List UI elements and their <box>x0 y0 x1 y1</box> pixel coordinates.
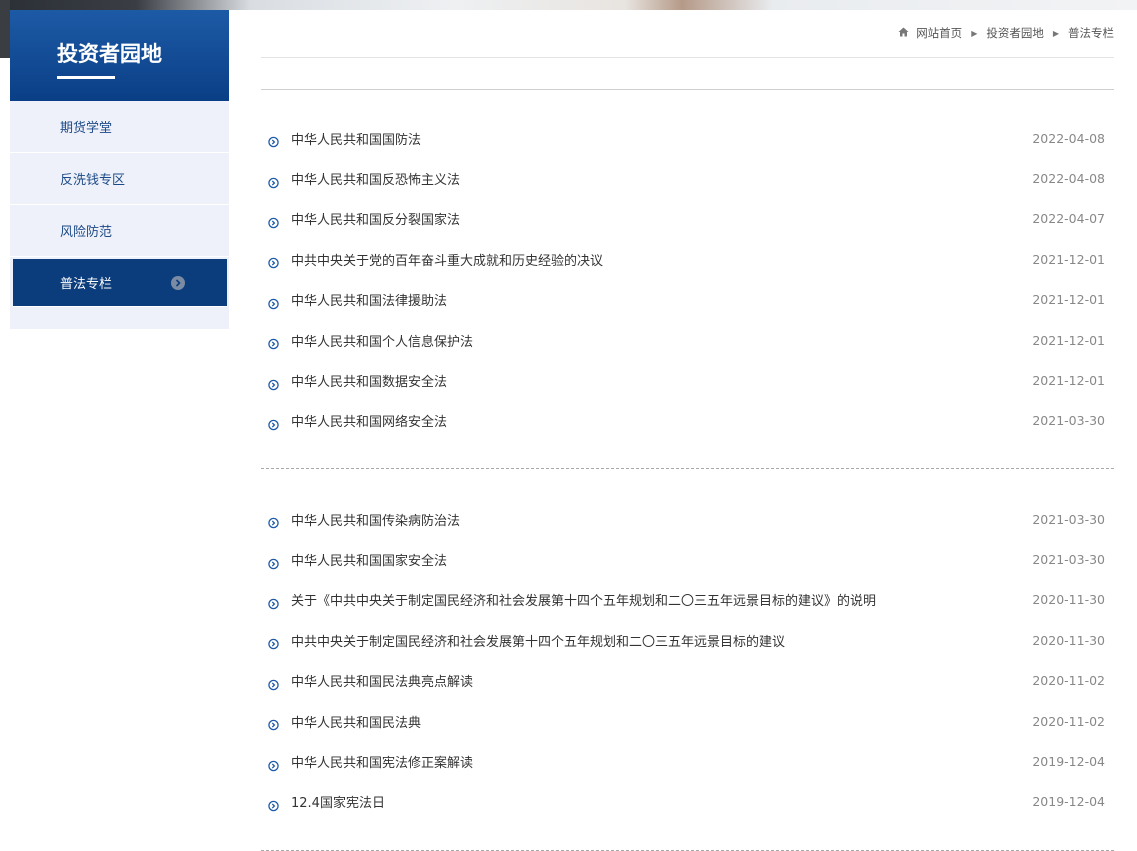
article-date: 2021-03-30 <box>1032 552 1105 568</box>
circle-chevron-icon <box>268 554 279 569</box>
header-banner-edge <box>0 0 10 58</box>
list-item[interactable]: 中华人民共和国民法典亮点解读 2020-11-02 <box>261 661 1114 701</box>
caret-right-icon: ▶ <box>971 28 978 38</box>
article-title-link[interactable]: 中华人民共和国国家安全法 <box>291 550 447 569</box>
sidebar-menu: 期货学堂 反洗钱专区 风险防范 普法专栏 <box>10 101 229 329</box>
list-item[interactable]: 中华人民共和国个人信息保护法 2021-12-01 <box>261 320 1114 360</box>
sidebar-item-label: 期货学堂 <box>60 121 113 136</box>
article-title-link[interactable]: 中华人民共和国民法典亮点解读 <box>291 671 473 690</box>
list-item[interactable]: 12.4国家宪法日 2019-12-04 <box>261 782 1114 822</box>
circle-chevron-icon <box>268 514 279 529</box>
article-title-link[interactable]: 12.4国家宪法日 <box>291 792 385 811</box>
circle-chevron-icon <box>268 254 279 269</box>
article-date: 2020-11-02 <box>1032 713 1105 729</box>
article-date: 2021-12-01 <box>1032 292 1105 308</box>
content-top-divider <box>261 89 1114 90</box>
list-item[interactable]: 中华人民共和国民法典 2020-11-02 <box>261 701 1114 741</box>
list-item[interactable]: 中共中央关于制定国民经济和社会发展第十四个五年规划和二〇三五年远景目标的建议 20… <box>261 620 1114 660</box>
circle-chevron-icon <box>268 635 279 650</box>
list-item[interactable]: 中共中央关于党的百年奋斗重大成就和历史经验的决议 2021-12-01 <box>261 239 1114 279</box>
article-title-link[interactable]: 中华人民共和国国防法 <box>291 129 421 148</box>
circle-chevron-icon <box>268 675 279 690</box>
list-item[interactable]: 中华人民共和国反恐怖主义法 2022-04-08 <box>261 158 1114 198</box>
sidebar-title-underline <box>57 76 115 79</box>
article-title-link[interactable]: 中华人民共和国反分裂国家法 <box>291 209 460 228</box>
circle-chevron-icon <box>268 415 279 431</box>
circle-chevron-icon <box>268 213 279 229</box>
breadcrumb-investor-link[interactable]: 投资者园地 <box>986 25 1044 41</box>
sidebar-item-futures-school[interactable]: 期货学堂 <box>10 101 229 153</box>
article-title-link[interactable]: 中华人民共和国个人信息保护法 <box>291 331 473 350</box>
article-date: 2020-11-02 <box>1032 673 1105 689</box>
list-item[interactable]: 中华人民共和国传染病防治法 2021-03-30 <box>261 499 1114 539</box>
breadcrumb: 网站首页 ▶ 投资者园地 ▶ 普法专栏 <box>898 25 1114 41</box>
sidebar-item-label: 风险防范 <box>60 225 113 240</box>
article-date: 2021-12-01 <box>1032 251 1105 267</box>
circle-chevron-icon <box>268 594 279 610</box>
article-date: 2021-03-30 <box>1032 413 1105 429</box>
article-date: 2022-04-07 <box>1032 211 1105 227</box>
article-date: 2022-04-08 <box>1032 171 1105 187</box>
article-title-link[interactable]: 中华人民共和国网络安全法 <box>291 411 447 430</box>
article-date: 2021-12-01 <box>1032 373 1105 389</box>
circle-chevron-icon <box>268 335 279 350</box>
circle-chevron-icon <box>268 133 279 148</box>
chevron-right-icon <box>171 275 185 290</box>
circle-chevron-icon <box>268 756 279 771</box>
article-date: 2022-04-08 <box>1032 130 1105 146</box>
sidebar-item-legal-column[interactable]: 普法专栏 <box>13 259 227 307</box>
list-item[interactable]: 中华人民共和国网络安全法 2021-03-30 <box>261 401 1114 441</box>
article-list-2: 中华人民共和国传染病防治法 2021-03-30 中华人民共和国国家安全法 2021-… <box>261 499 1114 822</box>
breadcrumb-current[interactable]: 普法专栏 <box>1068 25 1114 41</box>
sidebar: 投资者园地 期货学堂 反洗钱专区 风险防范 普法专栏 <box>10 10 229 329</box>
circle-chevron-icon <box>268 173 279 188</box>
article-date: 2019-12-04 <box>1032 794 1105 810</box>
list-item[interactable]: 关于《中共中央关于制定国民经济和社会发展第十四个五年规划和二〇三五年远景目标的建… <box>261 580 1114 620</box>
article-title-link[interactable]: 中华人民共和国宪法修正案解读 <box>291 752 473 771</box>
article-date: 2021-03-30 <box>1032 511 1105 527</box>
article-date: 2021-12-01 <box>1032 332 1105 348</box>
article-title-link[interactable]: 中华人民共和国反恐怖主义法 <box>291 169 460 188</box>
article-date: 2019-12-04 <box>1032 754 1105 770</box>
sidebar-item-label: 普法专栏 <box>60 277 113 292</box>
list-item[interactable]: 中华人民共和国国家安全法 2021-03-30 <box>261 539 1114 579</box>
article-title-link[interactable]: 中华人民共和国传染病防治法 <box>291 510 460 529</box>
sidebar-item-anti-money-laundering[interactable]: 反洗钱专区 <box>10 153 229 205</box>
breadcrumb-home-link[interactable]: 网站首页 <box>916 25 962 41</box>
circle-chevron-icon <box>268 716 279 731</box>
sidebar-item-risk-prevention[interactable]: 风险防范 <box>10 205 229 257</box>
home-icon <box>898 26 909 40</box>
circle-chevron-icon <box>268 796 279 812</box>
article-title-link[interactable]: 中共中央关于党的百年奋斗重大成就和历史经验的决议 <box>291 250 603 269</box>
article-title-link[interactable]: 中华人民共和国民法典 <box>291 712 421 731</box>
list-item[interactable]: 中华人民共和国反分裂国家法 2022-04-07 <box>261 199 1114 239</box>
circle-chevron-icon <box>268 375 279 390</box>
article-title-link[interactable]: 中华人民共和国数据安全法 <box>291 371 447 390</box>
sidebar-title: 投资者园地 <box>57 42 162 66</box>
sidebar-header: 投资者园地 <box>10 10 229 101</box>
article-date: 2020-11-30 <box>1032 632 1105 648</box>
list-item[interactable]: 中华人民共和国数据安全法 2021-12-01 <box>261 360 1114 400</box>
caret-right-icon: ▶ <box>1052 28 1059 38</box>
article-list-1: 中华人民共和国国防法 2022-04-08 中华人民共和国反恐怖主义法 2022-04… <box>261 118 1114 441</box>
sidebar-item-label: 反洗钱专区 <box>60 173 126 188</box>
article-title-link[interactable]: 关于《中共中央关于制定国民经济和社会发展第十四个五年规划和二〇三五年远景目标的建… <box>291 590 876 609</box>
article-title-link[interactable]: 中共中央关于制定国民经济和社会发展第十四个五年规划和二〇三五年远景目标的建议 <box>291 631 785 650</box>
list-item[interactable]: 中华人民共和国国防法 2022-04-08 <box>261 118 1114 158</box>
list-divider <box>261 468 1114 469</box>
list-item[interactable]: 中华人民共和国法律援助法 2021-12-01 <box>261 280 1114 320</box>
list-item[interactable]: 中华人民共和国宪法修正案解读 2019-12-04 <box>261 741 1114 781</box>
circle-chevron-icon <box>268 294 279 309</box>
breadcrumb-divider <box>261 57 1114 58</box>
article-title-link[interactable]: 中华人民共和国法律援助法 <box>291 290 447 309</box>
article-date: 2020-11-30 <box>1032 592 1105 608</box>
header-banner-strip <box>0 0 1137 10</box>
